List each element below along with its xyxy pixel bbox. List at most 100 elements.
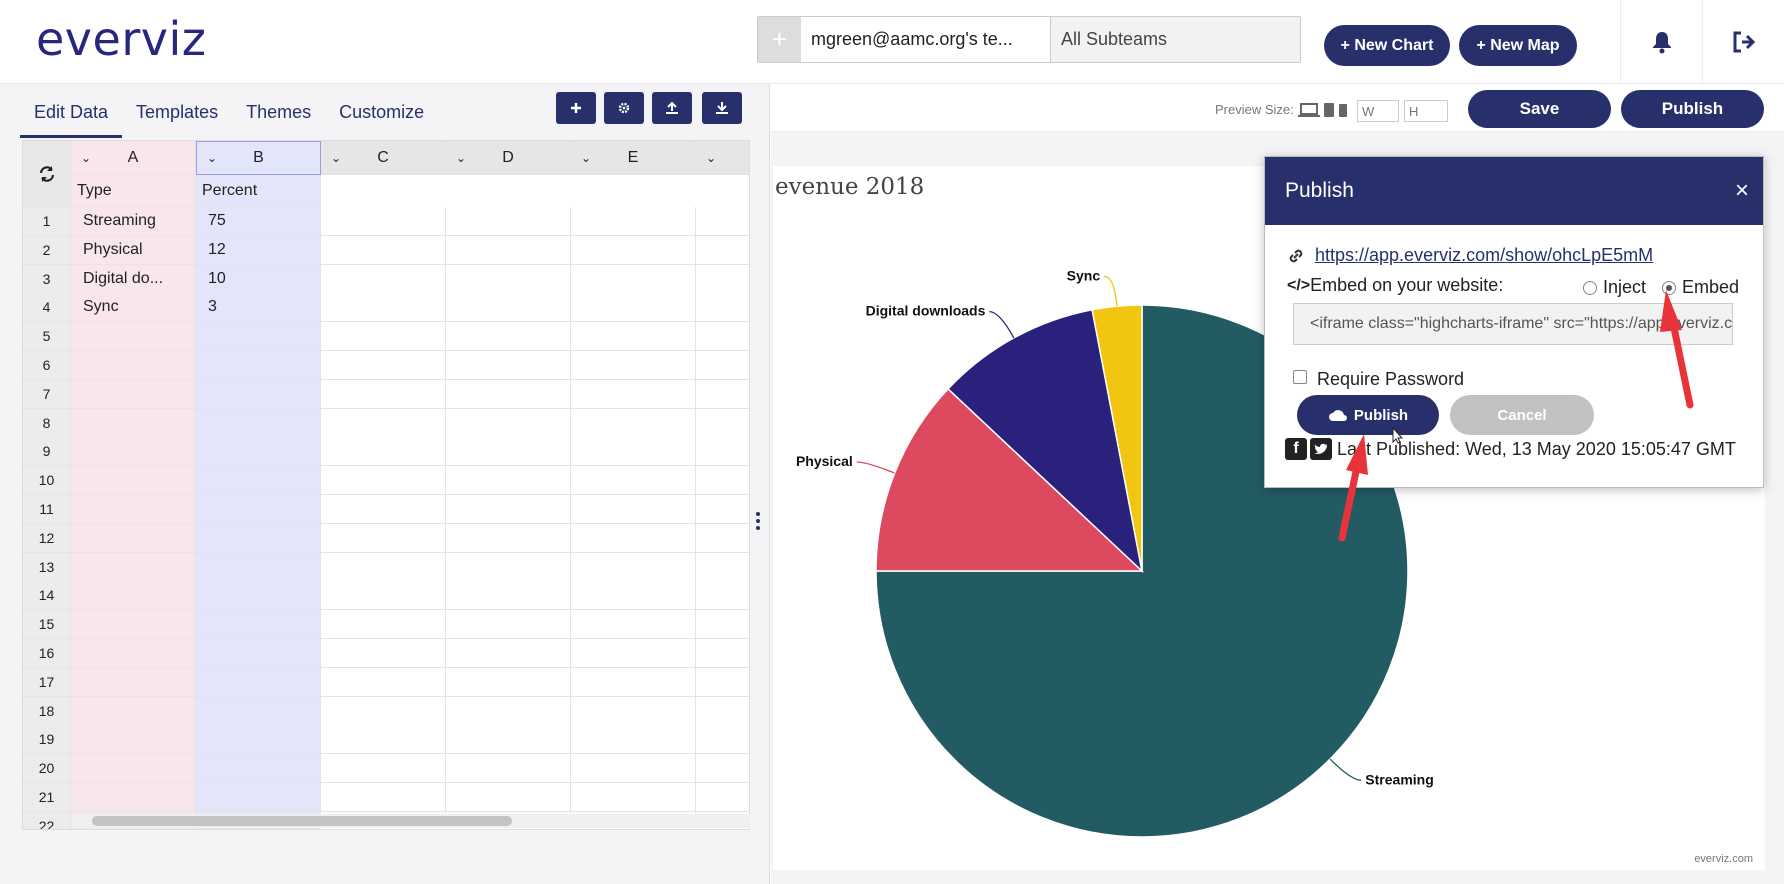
row-number[interactable]: 18	[23, 696, 71, 726]
table-cell[interactable]	[446, 293, 571, 323]
embed-option[interactable]: Embed	[1662, 277, 1739, 298]
row-number[interactable]: 1	[23, 207, 71, 236]
upload-button[interactable]	[652, 92, 692, 124]
row-number[interactable]: 21	[23, 783, 71, 812]
row-number[interactable]: 4	[23, 293, 71, 323]
horizontal-scrollbar[interactable]	[72, 814, 750, 828]
team-dropdown[interactable]: mgreen@aamc.org's te...	[801, 17, 1051, 62]
notifications-button[interactable]	[1620, 0, 1702, 84]
table-cell[interactable]	[696, 322, 749, 352]
table-cell[interactable]	[446, 207, 571, 236]
table-cell[interactable]	[71, 322, 196, 352]
table-cell[interactable]	[571, 235, 696, 265]
table-cell[interactable]: Streaming	[71, 207, 196, 236]
table-cell[interactable]: Sync	[71, 293, 196, 323]
table-cell[interactable]: 10	[196, 264, 321, 294]
table-cell[interactable]	[71, 408, 196, 438]
table-cell[interactable]	[71, 379, 196, 409]
table-cell[interactable]	[446, 322, 571, 352]
everviz-logo[interactable]: everviz	[36, 12, 206, 66]
table-cell[interactable]	[196, 696, 321, 726]
table-cell[interactable]	[71, 495, 196, 524]
table-cell[interactable]	[696, 207, 749, 236]
table-cell[interactable]	[696, 293, 749, 323]
table-cell[interactable]	[571, 639, 696, 668]
table-cell[interactable]: Digital do...	[71, 264, 196, 294]
column-header-b[interactable]: ⌄ B	[196, 141, 321, 175]
add-button[interactable]	[556, 92, 596, 124]
column-header-e[interactable]: ⌄ E	[571, 141, 696, 175]
table-cell[interactable]	[71, 351, 196, 380]
table-cell[interactable]	[446, 552, 571, 582]
row-number[interactable]: 7	[23, 379, 71, 409]
table-cell[interactable]	[321, 581, 446, 611]
table-cell[interactable]	[321, 696, 446, 726]
cell-a-header[interactable]: Type	[71, 175, 196, 207]
row-number[interactable]: 2	[23, 235, 71, 265]
table-cell[interactable]	[196, 725, 321, 755]
table-cell[interactable]	[71, 783, 196, 812]
settings-button[interactable]	[604, 92, 644, 124]
tab-templates[interactable]: Templates	[122, 96, 232, 138]
row-number[interactable]: 11	[23, 495, 71, 524]
table-cell[interactable]: 3	[196, 293, 321, 323]
table-cell[interactable]	[71, 523, 196, 553]
table-cell[interactable]	[571, 495, 696, 524]
row-number[interactable]: 16	[23, 639, 71, 668]
table-cell[interactable]	[71, 552, 196, 582]
inject-option[interactable]: Inject	[1583, 277, 1646, 298]
table-cell[interactable]	[321, 639, 446, 668]
row-number[interactable]: 17	[23, 667, 71, 697]
cell-b-header[interactable]: Percent	[196, 175, 321, 207]
table-cell[interactable]	[571, 351, 696, 380]
table-cell[interactable]	[196, 610, 321, 640]
table-cell[interactable]	[196, 495, 321, 524]
row-number[interactable]: 14	[23, 581, 71, 611]
embed-radio[interactable]	[1662, 280, 1676, 295]
table-cell[interactable]	[571, 293, 696, 323]
table-cell[interactable]	[321, 610, 446, 640]
table-cell[interactable]	[196, 754, 321, 784]
row-number[interactable]: 22	[23, 811, 71, 829]
tablet-icon[interactable]	[1323, 102, 1335, 118]
table-cell[interactable]: 75	[196, 207, 321, 236]
inject-radio[interactable]	[1583, 280, 1597, 295]
table-cell[interactable]	[571, 610, 696, 640]
table-cell[interactable]	[321, 235, 446, 265]
table-cell[interactable]	[321, 495, 446, 524]
table-cell[interactable]	[446, 351, 571, 380]
table-cell[interactable]	[196, 552, 321, 582]
table-cell[interactable]	[571, 696, 696, 726]
table-cell[interactable]	[446, 696, 571, 726]
require-password-row[interactable]: Require Password	[1293, 363, 1464, 390]
table-cell[interactable]	[446, 495, 571, 524]
chart-credit[interactable]: everviz.com	[1694, 853, 1753, 865]
twitter-icon[interactable]	[1310, 438, 1332, 460]
table-cell[interactable]	[321, 783, 446, 812]
table-cell[interactable]	[571, 523, 696, 553]
table-cell[interactable]	[696, 696, 749, 726]
table-cell[interactable]	[696, 351, 749, 380]
table-cell[interactable]	[321, 437, 446, 467]
table-cell[interactable]	[321, 264, 446, 294]
column-header-a[interactable]: ⌄ A	[71, 141, 196, 175]
share-link[interactable]: https://app.everviz.com/show/ohcLpE5mM	[1315, 245, 1653, 266]
publish-toolbar-button[interactable]: Publish	[1621, 90, 1764, 128]
table-cell[interactable]	[696, 581, 749, 611]
table-cell[interactable]	[196, 379, 321, 409]
table-cell[interactable]	[446, 437, 571, 467]
table-cell[interactable]	[196, 322, 321, 352]
new-map-button[interactable]: + New Map	[1459, 25, 1577, 66]
new-chart-button[interactable]: + New Chart	[1324, 25, 1450, 66]
team-selector[interactable]: + mgreen@aamc.org's te... All Subteams	[757, 16, 1301, 63]
device-selector[interactable]	[1298, 102, 1348, 118]
table-cell[interactable]	[446, 783, 571, 812]
table-cell[interactable]: Physical	[71, 235, 196, 265]
table-cell[interactable]	[696, 610, 749, 640]
row-number[interactable]: 3	[23, 264, 71, 294]
table-cell[interactable]	[571, 437, 696, 467]
table-cell[interactable]	[446, 379, 571, 409]
resize-handle[interactable]	[756, 512, 760, 532]
preview-width-input[interactable]	[1357, 100, 1399, 122]
table-cell[interactable]	[571, 379, 696, 409]
